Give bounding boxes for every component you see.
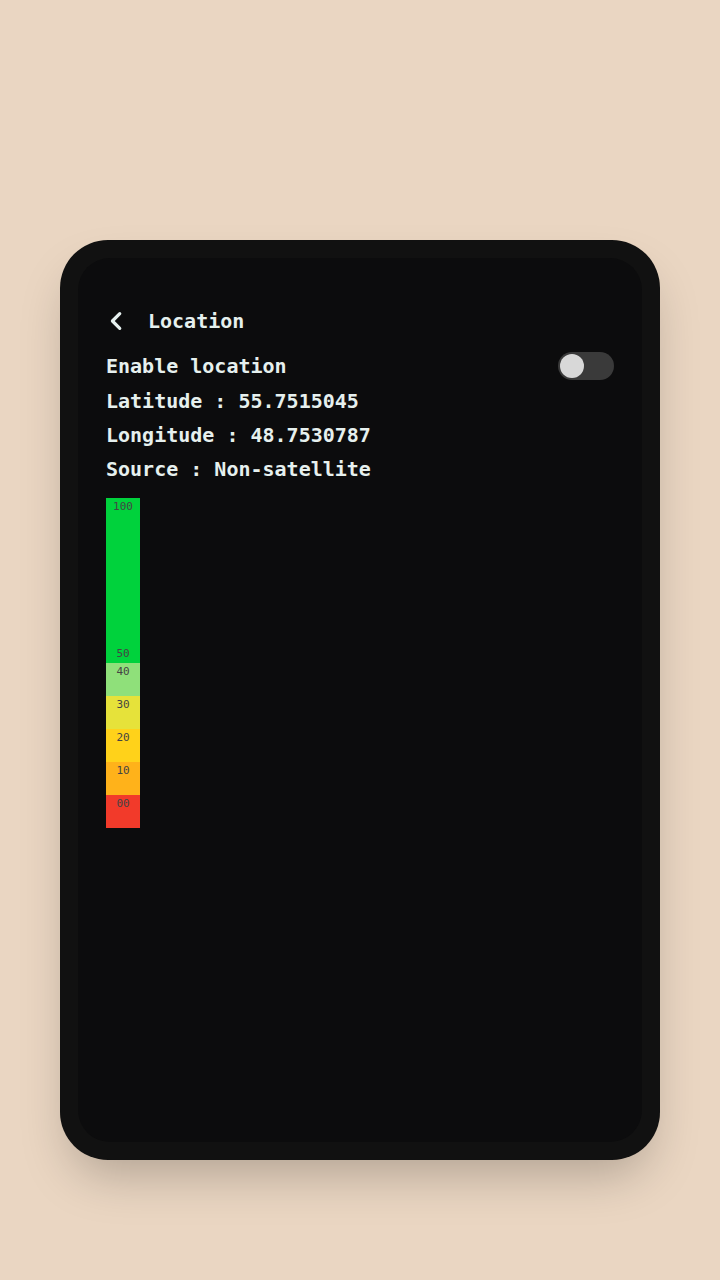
- info-line: Source : Non-satellite: [106, 452, 614, 486]
- toggle-label: Enable location: [106, 351, 287, 381]
- toggle-row: Enable location: [106, 348, 614, 384]
- info-line: Longitude : 48.7530787: [106, 418, 614, 452]
- desk: Location Enable locationLatitude : 55.751…: [0, 0, 720, 1280]
- meter-segment: 00: [106, 795, 140, 828]
- meter-label: 100: [113, 500, 133, 514]
- phone: Location Enable locationLatitude : 55.751…: [60, 240, 660, 1160]
- header: Location: [106, 306, 614, 336]
- meter-segment: 10: [106, 762, 140, 795]
- meter-label: 20: [116, 731, 129, 745]
- back-icon[interactable]: [106, 310, 128, 332]
- meter-segment: 40: [106, 663, 140, 696]
- meter-segment: 30: [106, 696, 140, 729]
- meter: 100 50 40 30 20 10 00: [106, 498, 140, 828]
- meter-label: 40: [116, 665, 129, 679]
- info-line: Latitude : 55.7515045: [106, 384, 614, 418]
- title: Location: [148, 306, 244, 336]
- location-switch[interactable]: [558, 352, 614, 380]
- meter-segment: 20: [106, 729, 140, 762]
- meter-label: 10: [116, 764, 129, 778]
- meter-label: 00: [116, 797, 129, 811]
- meter-segment: 100 50: [106, 498, 140, 663]
- screen: Location Enable locationLatitude : 55.751…: [78, 258, 642, 1142]
- meter-label: 30: [116, 698, 129, 712]
- meter-label: 50: [116, 647, 129, 661]
- switch-knob: [560, 354, 584, 378]
